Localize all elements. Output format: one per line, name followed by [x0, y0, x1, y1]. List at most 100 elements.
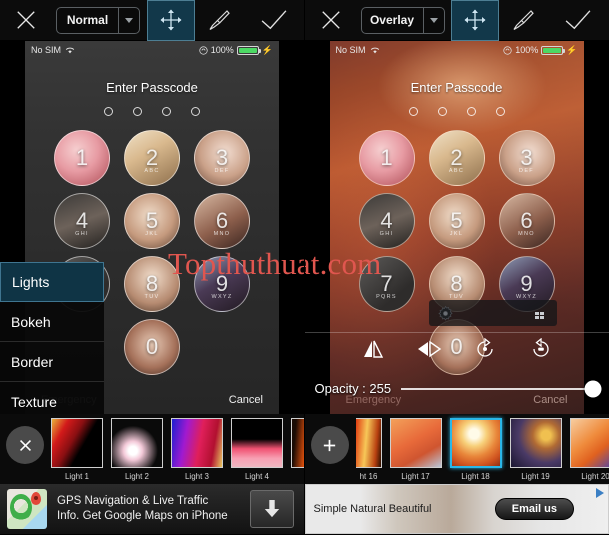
thumbnail-item[interactable]: Light 20: [569, 417, 609, 481]
strip-close-button[interactable]: [6, 426, 44, 464]
keypad-key-5[interactable]: 5 JKL: [428, 193, 485, 249]
keypad-key-4[interactable]: 4 GHI: [358, 193, 415, 249]
battery-icon: [541, 45, 566, 55]
thumbnail-item[interactable]: Light 19: [509, 417, 562, 481]
passcode-dot: [191, 107, 200, 116]
top-toolbar-right: Overlay: [304, 0, 609, 41]
brush-tool-button[interactable]: [499, 0, 547, 41]
lights-strip-left[interactable]: Light 1 Light 2 Light 3 Light 4 Light 5: [0, 414, 305, 484]
confirm-button[interactable]: [243, 0, 305, 41]
keypad-key-8[interactable]: 8 TUV: [124, 256, 180, 312]
thumbnail-label: Light 4: [244, 471, 270, 481]
adchoices-icon[interactable]: [596, 488, 604, 498]
key-letters: TUV: [144, 294, 160, 300]
editor-canvas-left[interactable]: No SIM 100% ⚡ Enter Passcode 1 2 ABC 3 D…: [0, 41, 305, 414]
thumbnail-item[interactable]: Light 5: [291, 417, 305, 481]
category-menu: Lights Bokeh Border Texture Artistic: [0, 262, 104, 414]
thumbnail-item[interactable]: Light 2: [111, 417, 163, 481]
key-letters: JKL: [449, 231, 464, 237]
brush-icon: [208, 10, 230, 31]
gear-icon[interactable]: [437, 305, 454, 322]
keypad-key-6[interactable]: 6 MNO: [194, 193, 250, 249]
key-letters: JKL: [145, 231, 159, 237]
keypad-key-3[interactable]: 3 DEF: [498, 130, 555, 186]
passcode-dots: [25, 107, 279, 116]
editor-panel-right: Overlay No SIM 100% ⚡ Enter Passcode 1 2…: [304, 0, 609, 535]
menu-item-label: Lights: [12, 274, 50, 290]
confirm-button[interactable]: [547, 0, 609, 41]
lights-strip-right[interactable]: ht 16 Light 17 Light 18 Light 19 Light 2…: [304, 414, 609, 484]
editor-panel-left: Normal No SIM 100% ⚡ Enter Passcode 1 2 …: [0, 0, 305, 535]
move-tool-button[interactable]: [146, 0, 195, 41]
keypad-key-0[interactable]: 0: [124, 319, 180, 375]
keypad-key-1[interactable]: 1: [54, 130, 110, 186]
thumbnail-item[interactable]: Light 4: [231, 417, 283, 481]
thumbnail-item-selected[interactable]: Light 18: [449, 417, 502, 481]
keypad-key-2[interactable]: 2 ABC: [428, 130, 485, 186]
keypad-key-6[interactable]: 6 MNO: [498, 193, 555, 249]
ad-email-button[interactable]: Email us: [494, 498, 574, 520]
thumbnail-item[interactable]: Light 1: [51, 417, 103, 481]
move-icon: [160, 9, 181, 31]
menu-item-texture[interactable]: Texture: [0, 382, 104, 414]
editor-canvas-right[interactable]: No SIM 100% ⚡ Enter Passcode 1 2 ABC 3 D…: [304, 41, 609, 414]
thumbnail-label: Light 3: [184, 471, 210, 481]
ad-download-button[interactable]: [249, 490, 294, 528]
cancel-button[interactable]: Cancel: [229, 394, 263, 406]
menu-item-border[interactable]: Border: [0, 342, 104, 382]
opacity-slider-knob[interactable]: [584, 380, 602, 397]
passcode-dot: [104, 107, 113, 116]
check-icon: [261, 10, 286, 30]
download-icon: [264, 500, 279, 518]
thumbnail-image: [51, 417, 103, 468]
status-left: No SIM: [336, 45, 380, 55]
keypad-key-9[interactable]: 9 WXYZ: [194, 256, 250, 312]
menu-item-bokeh[interactable]: Bokeh: [0, 302, 104, 342]
thumbnail-list: Light 1 Light 2 Light 3 Light 4 Light 5: [51, 417, 305, 481]
rotate-right-icon[interactable]: [528, 337, 554, 361]
grid-icon[interactable]: [534, 308, 549, 319]
keypad-key-3[interactable]: 3 DEF: [194, 130, 250, 186]
close-button[interactable]: [305, 0, 357, 41]
thumbnail-label: ht 16: [359, 471, 378, 481]
passcode-title: Enter Passcode: [106, 80, 198, 95]
rotate-left-icon[interactable]: [472, 337, 498, 361]
key-letters: ABC: [144, 168, 160, 174]
close-button[interactable]: [0, 0, 52, 41]
opacity-slider[interactable]: [400, 380, 602, 397]
thumbnail-item[interactable]: Light 17: [389, 417, 442, 481]
menu-item-label: Bokeh: [11, 313, 51, 330]
thumbnail-label: Light 18: [461, 471, 490, 481]
ad-banner-left[interactable]: GPS Navigation & Live Traffic Info. Get …: [0, 484, 305, 534]
move-tool-button[interactable]: [451, 0, 499, 41]
thumbnail-image: [111, 417, 163, 468]
thumbnail-item[interactable]: Light 3: [171, 417, 223, 481]
key-letters: GHI: [75, 231, 89, 237]
overlay-settings-bar[interactable]: [428, 300, 557, 326]
ad-banner-right[interactable]: Simple Natural Beautiful Email us: [304, 484, 609, 534]
keypad-key-7[interactable]: 7PQRS: [358, 256, 415, 312]
close-icon: [321, 11, 340, 29]
thumbnail-image: [291, 417, 305, 468]
controls-divider: [304, 332, 609, 333]
menu-item-lights[interactable]: Lights: [0, 262, 104, 302]
strip-add-button[interactable]: [310, 426, 349, 464]
passcode-title: Enter Passcode: [410, 80, 503, 95]
status-left: No SIM: [31, 45, 75, 55]
status-right: 100% ⚡: [503, 45, 578, 55]
blend-mode-select[interactable]: Normal: [56, 6, 140, 34]
thumbnail-image: [171, 417, 223, 468]
wifi-icon: [65, 46, 75, 55]
thumbnail-item[interactable]: ht 16: [355, 417, 382, 481]
keypad-key-1[interactable]: 1: [358, 130, 415, 186]
flip-horizontal-icon[interactable]: [416, 337, 442, 361]
keypad-key-4[interactable]: 4 GHI: [54, 193, 110, 249]
brush-tool-button[interactable]: [195, 0, 243, 41]
keypad-key-2[interactable]: 2 ABC: [124, 130, 180, 186]
passcode-dot: [466, 107, 476, 116]
carrier-label: No SIM: [31, 45, 62, 55]
blend-mode-select[interactable]: Overlay: [360, 6, 445, 34]
flip-vertical-icon[interactable]: [360, 337, 386, 361]
keypad-key-5[interactable]: 5 JKL: [124, 193, 180, 249]
wifi-icon: [370, 46, 380, 55]
